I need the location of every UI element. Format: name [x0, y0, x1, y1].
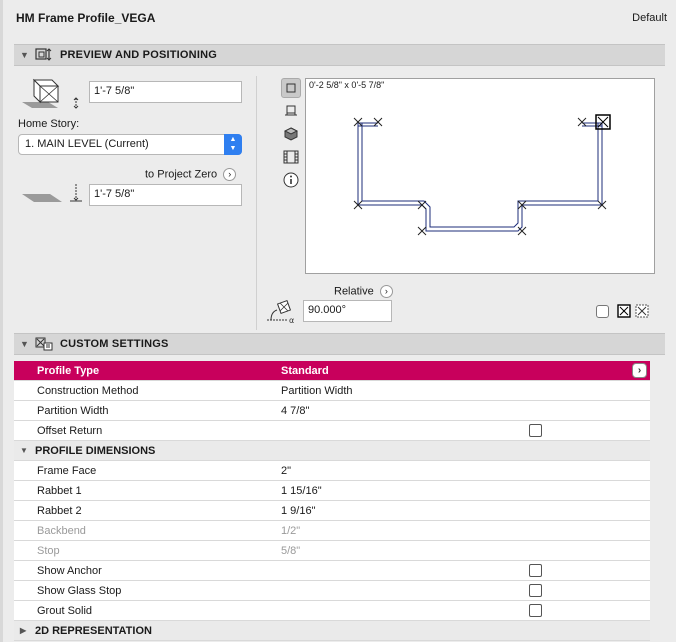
top-elevation-icon	[22, 78, 79, 109]
bottom-elevation-field[interactable]: 1'-7 5/8"	[89, 184, 242, 206]
settings-grid: Profile Type Standard › Construction Met…	[14, 361, 650, 641]
row-offset-return: Offset Return	[14, 421, 650, 441]
relative-label: Relative	[334, 285, 374, 298]
row-stop: Stop 5/8"	[14, 541, 650, 561]
to-project-zero-control[interactable]: to Project Zero ›	[145, 168, 237, 181]
row-label: Offset Return	[37, 424, 103, 437]
collapse-triangle-icon[interactable]: ▼	[20, 339, 32, 349]
row-label: Partition Width	[37, 404, 109, 417]
info-icon[interactable]	[281, 170, 301, 190]
show-anchor-checkbox[interactable]	[529, 564, 542, 577]
row-construction-method[interactable]: Construction Method Partition Width	[14, 381, 650, 401]
chevron-right-icon[interactable]: ›	[223, 168, 237, 181]
row-rabbet-1[interactable]: Rabbet 1 1 15/16"	[14, 481, 650, 501]
row-value: Standard	[281, 364, 329, 377]
row-rabbet-2[interactable]: Rabbet 2 1 9/16"	[14, 501, 650, 521]
to-project-zero-label: to Project Zero	[145, 168, 218, 181]
row-profile-type[interactable]: Profile Type Standard ›	[14, 361, 650, 381]
row-grout-solid: Grout Solid	[14, 601, 650, 621]
preview-positioning-icon	[35, 48, 52, 61]
row-show-anchor: Show Anchor	[14, 561, 650, 581]
rotation-angle-field[interactable]: 90.000°	[303, 300, 392, 322]
chevron-right-icon[interactable]: ›	[379, 285, 393, 298]
plan-view-icon[interactable]	[281, 78, 301, 98]
offset-return-checkbox[interactable]	[529, 424, 542, 437]
home-story-label: Home Story:	[18, 118, 80, 130]
panel-divider	[256, 76, 257, 330]
group-label: PROFILE DIMENSIONS	[35, 444, 156, 457]
row-label: Backbend	[37, 524, 86, 537]
collapse-triangle-icon[interactable]: ▼	[20, 446, 28, 455]
custom-settings-header[interactable]: ▼ CUSTOM SETTINGS	[14, 333, 665, 355]
row-label: Profile Type	[37, 364, 100, 377]
grout-solid-checkbox[interactable]	[529, 604, 542, 617]
row-value: 5/8"	[281, 544, 301, 557]
row-show-glass-stop: Show Glass Stop	[14, 581, 650, 601]
window-edge	[0, 0, 3, 642]
window-title: HM Frame Profile_VEGA	[16, 11, 156, 25]
group-label: 2D REPRESENTATION	[35, 624, 152, 637]
frame-profile-drawing	[353, 114, 611, 236]
dropdown-arrows-icon: ▲ ▼	[224, 134, 242, 155]
bottom-elevation-icon	[22, 184, 82, 202]
profile-preview-canvas[interactable]: 0'-2 5/8" x 0'-5 7/8"	[305, 78, 655, 274]
show-glass-stop-checkbox[interactable]	[529, 584, 542, 597]
top-elevation-field[interactable]: 1'-7 5/8"	[89, 81, 242, 103]
row-value: 1 9/16"	[281, 504, 316, 517]
row-value: 4 7/8"	[281, 404, 310, 417]
preview-tool-column	[281, 78, 301, 193]
mode-label: Default	[632, 12, 667, 24]
row-backbend: Backbend 1/2"	[14, 521, 650, 541]
row-label: Grout Solid	[37, 604, 93, 617]
3d-view-icon[interactable]	[281, 124, 301, 144]
mirror-checkbox[interactable]	[596, 305, 609, 318]
group-2d-representation[interactable]: ▶ 2D REPRESENTATION	[14, 621, 650, 641]
row-value: Partition Width	[281, 384, 353, 397]
expand-triangle-icon[interactable]: ▶	[20, 626, 26, 635]
custom-settings-title: CUSTOM SETTINGS	[60, 338, 169, 350]
preview-section-title: PREVIEW AND POSITIONING	[60, 49, 217, 61]
row-label: Stop	[37, 544, 60, 557]
filmstrip-icon[interactable]	[281, 147, 301, 167]
row-frame-face[interactable]: Frame Face 2"	[14, 461, 650, 481]
rotation-angle-icon: α	[267, 299, 294, 324]
row-label: Frame Face	[37, 464, 97, 477]
home-story-dropdown[interactable]: 1. MAIN LEVEL (Current) ▲ ▼	[18, 134, 242, 155]
anchor-point-icon[interactable]	[617, 304, 631, 318]
relative-control[interactable]: Relative ›	[334, 285, 393, 298]
preview-section-header[interactable]: ▼ PREVIEW AND POSITIONING	[14, 44, 665, 66]
row-value: 2"	[281, 464, 292, 477]
anchor-point-alt-icon[interactable]	[635, 304, 649, 318]
row-label: Show Glass Stop	[37, 584, 122, 597]
row-label: Construction Method	[37, 384, 139, 397]
custom-settings-icon	[35, 337, 53, 351]
row-value: 1 15/16"	[281, 484, 322, 497]
row-label: Show Anchor	[37, 564, 102, 577]
row-value: 1/2"	[281, 524, 301, 537]
svg-text:α: α	[289, 316, 294, 324]
section-view-icon[interactable]	[281, 101, 301, 121]
row-label: Rabbet 1	[37, 484, 82, 497]
home-story-value: 1. MAIN LEVEL (Current)	[25, 138, 149, 150]
group-profile-dimensions[interactable]: ▼ PROFILE DIMENSIONS	[14, 441, 650, 461]
collapse-triangle-icon[interactable]: ▼	[20, 50, 32, 60]
row-partition-width[interactable]: Partition Width 4 7/8"	[14, 401, 650, 421]
row-label: Rabbet 2	[37, 504, 82, 517]
chevron-right-icon[interactable]: ›	[632, 363, 647, 378]
